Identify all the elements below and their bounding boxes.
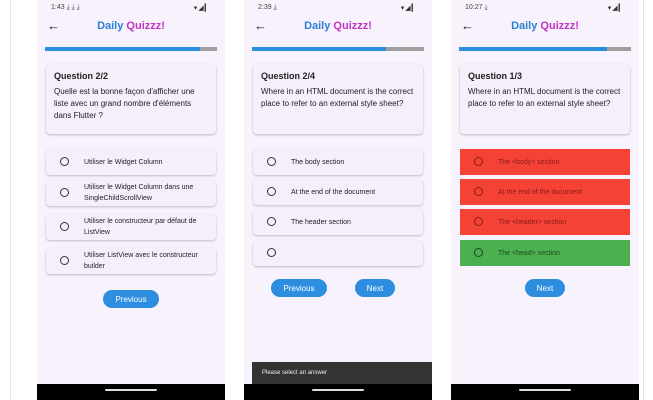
radio-button[interactable] <box>474 157 483 166</box>
answer-option[interactable]: The header section <box>253 209 423 235</box>
question-number: Question 2/4 <box>261 71 316 81</box>
progress-bar <box>459 47 631 51</box>
option-label: Utiliser ListView avec le constructeur b… <box>84 252 198 270</box>
phone-screen-3: 10:27 ⤓ ▾◢▎ ← Daily Quizzz! Question 1/3… <box>451 0 639 400</box>
app-title: Daily Quizzz! <box>304 20 372 32</box>
question-text: Where in an HTML document is the correct… <box>261 87 414 108</box>
answer-option-wrong[interactable]: At the end of the document <box>460 179 630 205</box>
option-label: The body section <box>291 158 345 166</box>
option-label: At the end of the document <box>498 188 583 196</box>
system-nav-bar <box>451 384 639 400</box>
phone-screen-2: 2:39 ⤓ ▾◢▎ ← Daily Quizzz! Question 2/4 … <box>244 0 432 400</box>
radio-button[interactable] <box>60 256 69 265</box>
question-text: Where in an HTML document is the correct… <box>468 87 621 108</box>
answer-option[interactable]: Utiliser le Widget Column <box>46 149 216 175</box>
status-bar: 2:39 ⤓ ▾◢▎ <box>244 0 432 16</box>
question-card: Question 2/4 Where in an HTML document i… <box>253 64 423 134</box>
radio-button[interactable] <box>267 187 276 196</box>
option-label <box>291 240 417 266</box>
radio-button[interactable] <box>60 188 69 197</box>
app-bar: ← Daily Quizzz! <box>37 16 225 38</box>
radio-button[interactable] <box>267 248 276 257</box>
radio-button[interactable] <box>474 187 483 196</box>
status-time: 10:27 <box>465 4 483 11</box>
previous-button[interactable]: Previous <box>271 279 327 297</box>
option-label: The header section <box>291 218 351 226</box>
question-number: Question 2/2 <box>54 71 109 81</box>
app-title: Daily Quizzz! <box>97 20 165 32</box>
radio-button[interactable] <box>60 157 69 166</box>
radio-button[interactable] <box>267 157 276 166</box>
answer-option-wrong[interactable]: The <body> section <box>460 149 630 175</box>
answer-option[interactable]: The body section <box>253 149 423 175</box>
system-nav-bar <box>244 384 432 400</box>
status-time: 1:43 <box>51 4 65 11</box>
home-gesture-pill[interactable] <box>519 389 571 391</box>
home-gesture-pill[interactable] <box>105 389 157 391</box>
progress-bar <box>252 47 424 51</box>
phone-screen-1: 1:43 ⤓ ⤓ ⤓ ▾◢▎ ← Daily Quizzz! Question … <box>37 0 225 400</box>
status-time: 2:39 <box>258 4 272 11</box>
question-card: Question 1/3 Where in an HTML document i… <box>460 64 630 134</box>
app-bar: ← Daily Quizzz! <box>244 16 432 38</box>
next-button[interactable]: Next <box>355 279 395 297</box>
option-label: The <header> section <box>498 218 567 226</box>
option-label: At the end of the document <box>291 188 376 196</box>
option-label: Utiliser le Widget Column dans une Singl… <box>84 184 194 202</box>
app-title: Daily Quizzz! <box>511 20 579 32</box>
frame-divider <box>643 0 644 400</box>
answer-option-wrong[interactable]: The <header> section <box>460 209 630 235</box>
answer-option[interactable]: Utiliser le Widget Column dans une Singl… <box>46 180 216 206</box>
app-bar: ← Daily Quizzz! <box>451 16 639 38</box>
answer-option[interactable] <box>253 240 423 266</box>
option-label: The <body> section <box>498 158 560 166</box>
snackbar: Please select an answer <box>252 362 432 384</box>
progress-fill <box>45 47 200 51</box>
previous-button[interactable]: Previous <box>103 290 159 308</box>
frame-divider <box>10 0 11 400</box>
progress-fill <box>252 47 387 51</box>
download-icons: ⤓ ⤓ ⤓ <box>66 4 80 11</box>
answer-option[interactable]: Utiliser le constructeur par défaut de L… <box>46 214 216 240</box>
option-label: Utiliser le constructeur par défaut de L… <box>84 218 197 236</box>
home-gesture-pill[interactable] <box>312 389 364 391</box>
signal-battery-icons: ▾◢▎ <box>193 5 211 12</box>
radio-button[interactable] <box>474 217 483 226</box>
question-text: Quelle est la bonne façon d'afficher une… <box>54 87 195 120</box>
answer-option-correct[interactable]: The <head> section <box>460 240 630 266</box>
status-bar: 1:43 ⤓ ⤓ ⤓ ▾◢▎ <box>37 0 225 16</box>
download-icons: ⤓ <box>273 4 277 11</box>
question-card: Question 2/2 Quelle est la bonne façon d… <box>46 64 216 134</box>
progress-fill <box>459 47 607 51</box>
radio-button[interactable] <box>267 217 276 226</box>
signal-battery-icons: ▾◢▎ <box>400 5 418 12</box>
option-label: The <head> section <box>498 249 560 257</box>
download-icons: ⤓ <box>484 4 488 11</box>
next-button[interactable]: Next <box>525 279 565 297</box>
status-bar: 10:27 ⤓ ▾◢▎ <box>451 0 639 16</box>
question-number: Question 1/3 <box>468 71 523 81</box>
progress-bar <box>45 47 217 51</box>
system-nav-bar <box>37 384 225 400</box>
signal-battery-icons: ▾◢▎ <box>607 5 625 12</box>
radio-button[interactable] <box>60 222 69 231</box>
option-label: Utiliser le Widget Column <box>84 158 163 166</box>
radio-button[interactable] <box>474 248 483 257</box>
answer-option[interactable]: Utiliser ListView avec le constructeur b… <box>46 248 216 274</box>
answer-option[interactable]: At the end of the document <box>253 179 423 205</box>
